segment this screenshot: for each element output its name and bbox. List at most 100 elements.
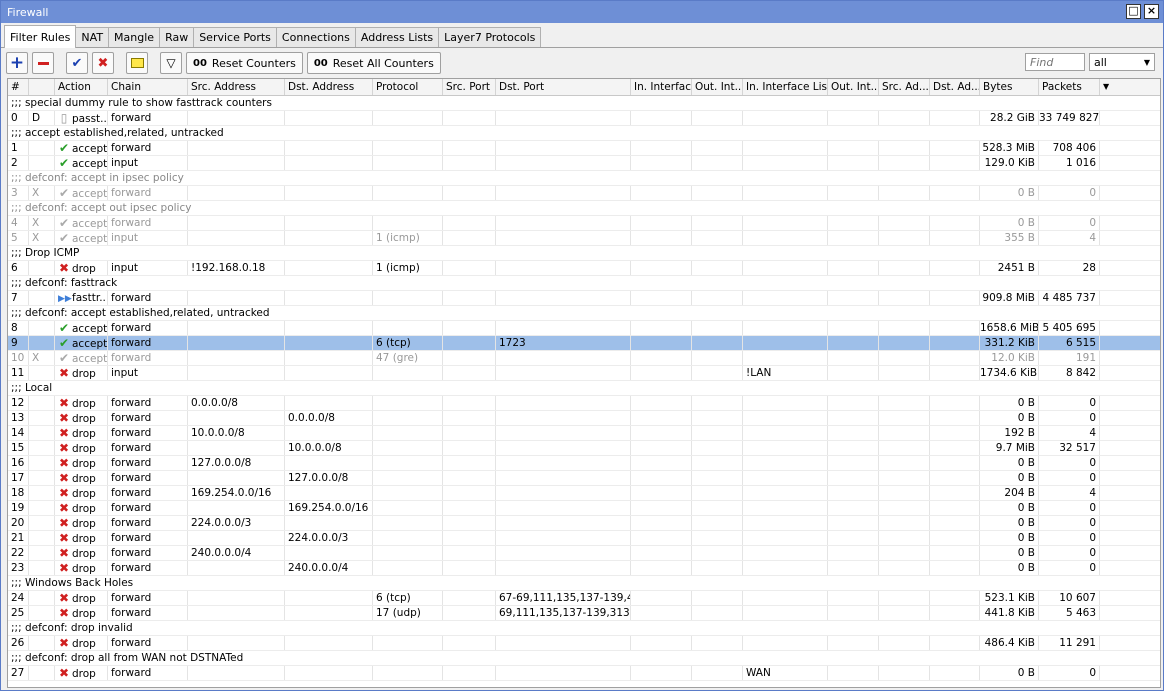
rule-number: 18 [8,486,29,500]
comment-row[interactable]: ;;; defconf: fasttrack [8,276,1160,291]
reset-counters-button[interactable]: 00 Reset Counters [186,52,303,74]
rule-number: 24 [8,591,29,605]
rule-number: 25 [8,606,29,620]
table-row[interactable]: 20 ✖ drop forward 224.0.0.0/3 0 B0 [8,516,1160,531]
table-row[interactable]: 12 ✖ drop forward 0.0.0.0/8 0 B0 [8,396,1160,411]
comment-row[interactable]: ;;; defconf: drop all from WAN not DSTNA… [8,651,1160,666]
column-header[interactable] [29,79,55,95]
comment-row[interactable]: ;;; defconf: drop invalid [8,621,1160,636]
table-row[interactable]: 25 ✖ drop forward 17 (udp) 69,111,135,137-139… [8,606,1160,621]
bytes-cell: 909.8 MiB [980,291,1039,305]
table-row[interactable]: 6 ✖ drop input !192.168.0.18 1 (icmp) 2451 B 28 [8,261,1160,276]
column-header[interactable]: Packets [1039,79,1100,95]
table-row[interactable]: 10 X ✔ accept forward 47 (gre) 12.0 KiB 191 [8,351,1160,366]
tab-nat[interactable]: NAT [75,27,110,47]
table-row[interactable]: 9 ✔ accept forward 6 (tcp) 1723 331.2 KiB 6 515 [8,336,1160,351]
chain-cell: forward [108,636,188,650]
comment-button[interactable] [126,52,148,74]
comment-row[interactable]: ;;; Local [8,381,1160,396]
outif-cell [692,636,743,650]
table-row[interactable]: 19 ✖ drop forward 169.254.0.0/16 0 B0 [8,501,1160,516]
close-icon[interactable]: × [1144,4,1159,19]
filter-select[interactable]: all ▼ [1089,53,1155,71]
column-header[interactable]: Src. Address [188,79,285,95]
column-header[interactable]: Src. Ad... [879,79,930,95]
outlist-cell [828,441,879,455]
comment-row[interactable]: ;;; defconf: accept in ipsec policy [8,171,1160,186]
srcad-cell [879,411,930,425]
table-row[interactable]: 24 ✖ drop forward 6 (tcp) 67-69,111,135,137-1… [8,591,1160,606]
table-row[interactable]: 27 ✖ drop forward WAN 0 B0 [8,666,1160,681]
comment-row[interactable]: ;;; special dummy rule to show fasttrack… [8,96,1160,111]
table-row[interactable]: 5 X ✔ accept input 1 (icmp) 355 B4 [8,231,1160,246]
maximize-icon[interactable]: □ [1126,4,1141,19]
chain-cell: forward [108,111,188,125]
table-row[interactable]: 21 ✖ drop forward 224.0.0.0/3 0 B0 [8,531,1160,546]
column-header[interactable]: Bytes [980,79,1039,95]
table-row[interactable]: 11 ✖ drop input !LAN 1734.6 KiB 8 842 [8,366,1160,381]
tab-address-lists[interactable]: Address Lists [354,27,440,47]
table-row[interactable]: 4 X ✔ accept forward 0 B0 [8,216,1160,231]
table-row[interactable]: 0 D ▯ passt... forward 28.2 GiB 33 749 827 [8,111,1160,126]
column-header[interactable]: In. Interface List [743,79,828,95]
bytes-cell: 204 B [980,486,1039,500]
proto-cell: 6 (tcp) [373,591,443,605]
table-row[interactable]: 26 ✖ drop forward 486.4 KiB 11 291 [8,636,1160,651]
column-header[interactable]: Dst. Ad... [930,79,980,95]
table-row[interactable]: 17 ✖ drop forward 127.0.0.0/8 0 B0 [8,471,1160,486]
comment-row[interactable]: ;;; Drop ICMP [8,246,1160,261]
enable-button[interactable]: ✔ [66,52,88,74]
column-header[interactable]: In. Interface [631,79,692,95]
packets-cell: 0 [1039,396,1100,410]
proto-cell [373,321,443,335]
comment-row[interactable]: ;;; Windows Back Holes [8,576,1160,591]
src-cell: 10.0.0.0/8 [188,426,285,440]
table-row[interactable]: 18 ✖ drop forward 169.254.0.0/16 204 B4 [8,486,1160,501]
rule-flag [29,516,55,530]
reset-all-counters-button[interactable]: 00 Reset All Counters [306,52,441,74]
column-header[interactable]: Protocol [373,79,443,95]
tab-filter-rules[interactable]: Filter Rules [4,25,77,48]
table-row[interactable]: 14 ✖ drop forward 10.0.0.0/8 192 B4 [8,426,1160,441]
add-button[interactable]: + [6,52,28,74]
chain-cell: forward [108,396,188,410]
column-menu-icon[interactable]: ▼ [1100,79,1118,95]
action-cell: ✖ drop [55,366,108,380]
tab-layer7-protocols[interactable]: Layer7 Protocols [438,27,542,47]
sport-cell [443,666,496,680]
disable-button[interactable]: ✖ [92,52,114,74]
column-header[interactable]: Action [55,79,108,95]
table-row[interactable]: 7 ▶▶fasttr... forward 909.8 MiB 4 485 737 [8,291,1160,306]
rule-number: 26 [8,636,29,650]
column-header[interactable]: Dst. Port [496,79,631,95]
outif-cell [692,141,743,155]
column-header[interactable]: # [8,79,29,95]
comment-row[interactable]: ;;; defconf: accept out ipsec policy [8,201,1160,216]
tab-service-ports[interactable]: Service Ports [193,27,277,47]
column-header[interactable]: Src. Port [443,79,496,95]
table-row[interactable]: 3 X ✔ accept forward 0 B0 [8,186,1160,201]
column-header[interactable]: Out. Int... [828,79,879,95]
tab-raw[interactable]: Raw [159,27,195,47]
inif-cell [631,321,692,335]
find-input[interactable] [1025,53,1085,71]
filter-button[interactable]: ▽ [160,52,182,74]
table-row[interactable]: 8 ✔ accept forward 1658.6 MiB 5 405 695 [8,321,1160,336]
column-header[interactable]: Out. Int... [692,79,743,95]
bytes-cell: 523.1 KiB [980,591,1039,605]
table-row[interactable]: 2 ✔ accept input 129.0 KiB 1 016 [8,156,1160,171]
inif-cell [631,591,692,605]
table-row[interactable]: 23 ✖ drop forward 240.0.0.0/4 0 B0 [8,561,1160,576]
column-header[interactable]: Chain [108,79,188,95]
table-row[interactable]: 16 ✖ drop forward 127.0.0.0/8 0 B0 [8,456,1160,471]
column-header[interactable]: Dst. Address [285,79,373,95]
table-row[interactable]: 22 ✖ drop forward 240.0.0.0/4 0 B0 [8,546,1160,561]
comment-row[interactable]: ;;; accept established,related, untracke… [8,126,1160,141]
table-row[interactable]: 13 ✖ drop forward 0.0.0.0/8 0 B0 [8,411,1160,426]
comment-row[interactable]: ;;; defconf: accept established,related,… [8,306,1160,321]
tab-mangle[interactable]: Mangle [108,27,161,47]
remove-button[interactable] [32,52,54,74]
table-row[interactable]: 15 ✖ drop forward 10.0.0.0/8 9.7 MiB 32 517 [8,441,1160,456]
table-row[interactable]: 1 ✔ accept forward 528.3 MiB 708 406 [8,141,1160,156]
tab-connections[interactable]: Connections [275,27,356,47]
